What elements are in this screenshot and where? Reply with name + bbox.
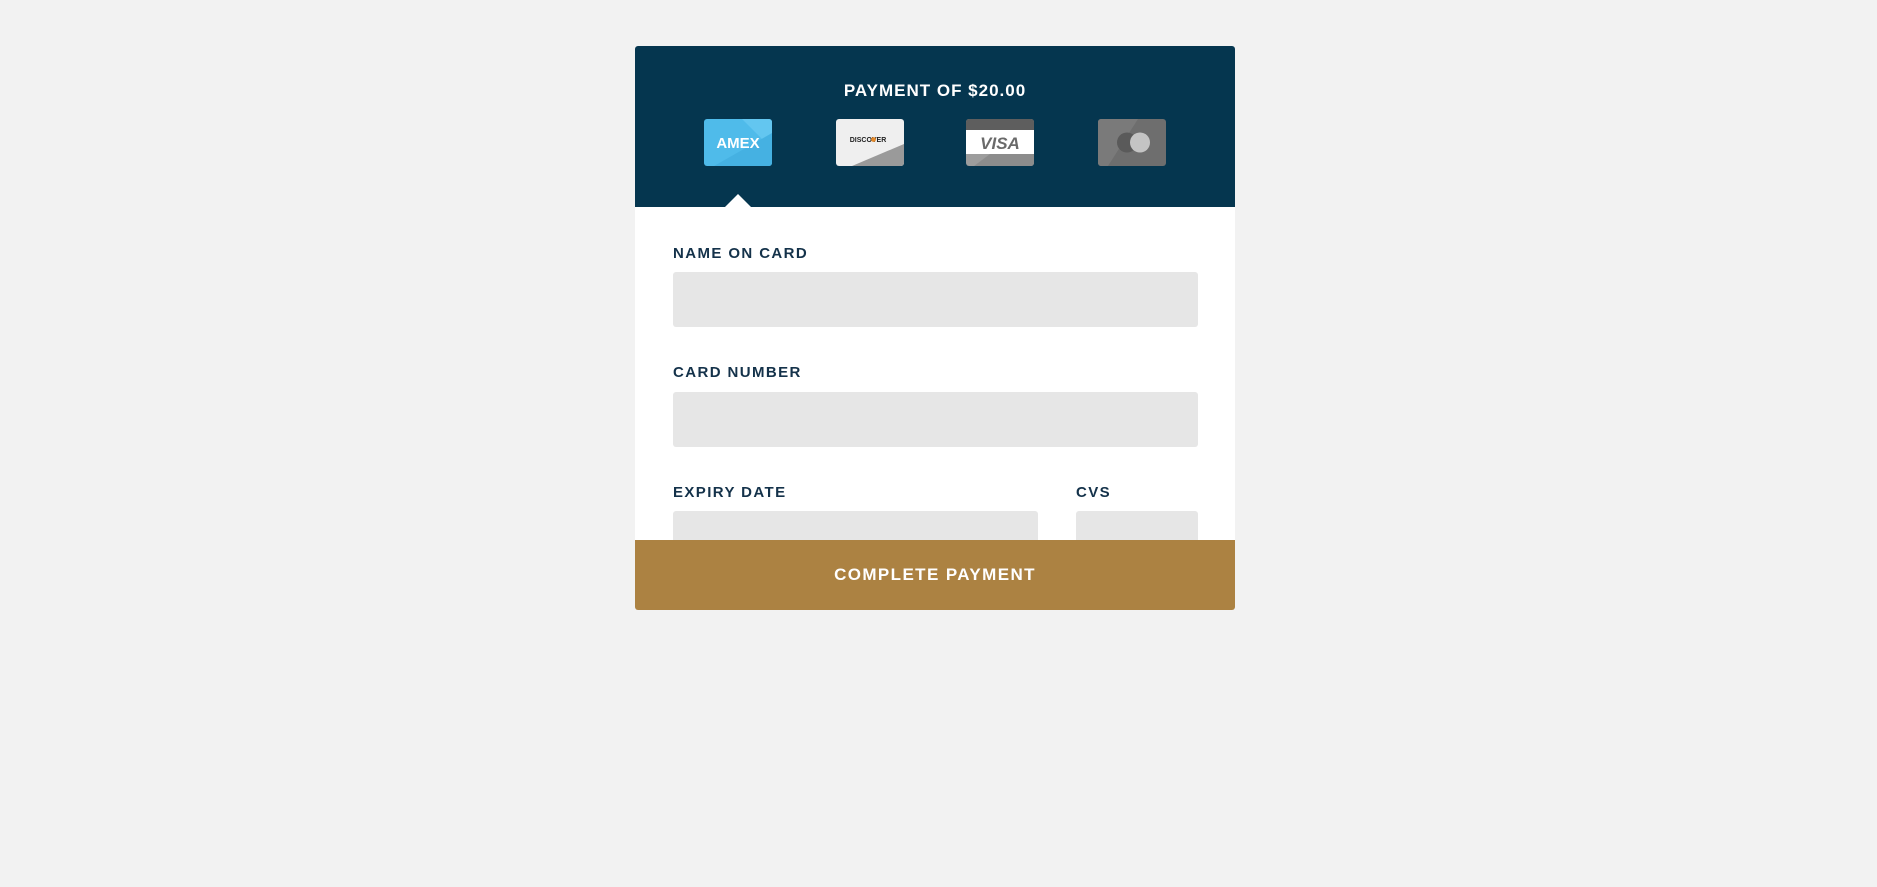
- payment-card: PAYMENT OF $20.00 AMEX DISCOVER VISA NAM…: [635, 46, 1235, 610]
- discover-card-icon[interactable]: DISCOVER: [836, 119, 904, 166]
- amex-card-icon[interactable]: AMEX: [704, 119, 772, 166]
- complete-payment-button[interactable]: COMPLETE PAYMENT: [635, 540, 1235, 610]
- card-number-label: CARD NUMBER: [673, 364, 802, 381]
- discover-card-label: DISCOVER: [850, 137, 887, 144]
- name-on-card-label: NAME ON CARD: [673, 245, 809, 262]
- payment-header: PAYMENT OF $20.00 AMEX DISCOVER VISA: [635, 46, 1235, 207]
- name-on-card-input[interactable]: [673, 272, 1198, 327]
- visa-card-label: VISA: [980, 134, 1020, 153]
- amex-card-label: AMEX: [716, 135, 759, 152]
- selected-card-pointer: [725, 194, 751, 207]
- expiry-date-label: EXPIRY DATE: [673, 484, 787, 501]
- cvs-label: CVS: [1076, 484, 1112, 501]
- mastercard-card-icon[interactable]: [1098, 119, 1166, 166]
- payment-form: NAME ON CARD CARD NUMBER EXPIRY DATE CVS…: [635, 207, 1235, 610]
- card-number-input[interactable]: [673, 392, 1198, 447]
- visa-card-icon[interactable]: VISA: [966, 119, 1034, 166]
- payment-title: PAYMENT OF $20.00: [843, 81, 1027, 100]
